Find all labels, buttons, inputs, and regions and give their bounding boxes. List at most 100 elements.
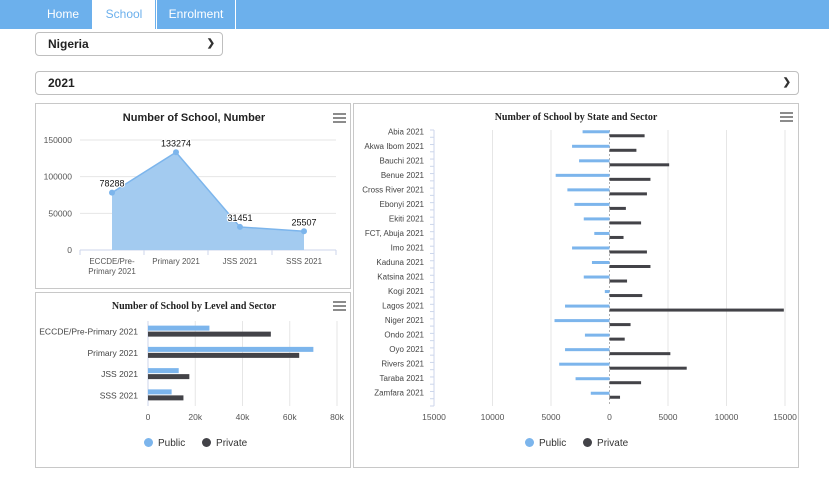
- y-tick-label: Katsina 2021: [377, 273, 424, 282]
- legend-item-private[interactable]: Private: [583, 438, 628, 449]
- data-label: 133274: [161, 138, 191, 148]
- x-tick-label: 0: [146, 412, 151, 422]
- legend-item-private[interactable]: Private: [202, 438, 247, 449]
- y-tick-label: Cross River 2021: [362, 185, 424, 194]
- top-navbar: Home School Enrolment: [0, 0, 829, 29]
- y-tick-label: Benue 2021: [381, 171, 425, 180]
- bar-public: [582, 130, 610, 134]
- bar-public: [148, 389, 172, 395]
- bar-private: [609, 177, 651, 181]
- x-tick-label: 40k: [236, 412, 250, 422]
- state-sector-bar-chart: Number of School by State and Sector 1500…: [362, 112, 797, 422]
- x-tick-label: 80k: [330, 412, 344, 422]
- y-tick-label: Lagos 2021: [382, 302, 424, 311]
- bar-private: [609, 134, 645, 138]
- bar-private: [609, 279, 628, 283]
- legend-item-public[interactable]: Public: [525, 438, 566, 449]
- data-point: [173, 149, 179, 156]
- bar-private: [609, 192, 647, 196]
- bar-private: [609, 294, 643, 298]
- bar-private: [609, 265, 651, 268]
- bar-public: [148, 368, 179, 374]
- area-fill: [112, 152, 304, 250]
- bar-private: [609, 395, 621, 399]
- bar-public: [575, 377, 610, 381]
- tab-home[interactable]: Home: [35, 0, 91, 29]
- x-tick-label: 15000: [773, 412, 797, 422]
- bar-public: [565, 304, 610, 308]
- tab-enrolment[interactable]: Enrolment: [157, 0, 235, 29]
- bar-public: [594, 231, 610, 235]
- y-tick-label: JSS 2021: [101, 369, 138, 379]
- hamburger-menu-icon[interactable]: [333, 301, 346, 312]
- y-tick-label: SSS 2021: [100, 390, 139, 400]
- y-tick-label: 100000: [44, 172, 73, 182]
- legend-label: Public: [539, 438, 567, 449]
- data-point: [301, 228, 307, 235]
- bar-public: [584, 333, 610, 337]
- y-tick-label: Ebonyi 2021: [380, 200, 425, 209]
- bar-private: [609, 352, 671, 356]
- x-tick-label: 10000: [481, 412, 505, 422]
- y-tick-label: 50000: [48, 208, 72, 218]
- x-tick-label: 0: [607, 412, 612, 422]
- data-point: [109, 189, 115, 196]
- y-tick-label: ECCDE/Pre-Primary 2021: [39, 327, 138, 337]
- bar-public: [567, 188, 610, 192]
- data-label: 78288: [99, 179, 124, 189]
- bar-public: [572, 144, 610, 148]
- y-tick-label: Akwa Ibom 2021: [364, 142, 424, 151]
- hamburger-menu-icon[interactable]: [780, 112, 793, 123]
- nav-divider: [235, 0, 236, 29]
- y-tick-label: Bauchi 2021: [380, 156, 425, 165]
- bar-public: [565, 348, 610, 352]
- bar-private: [609, 235, 624, 239]
- bar-public: [583, 217, 610, 221]
- tab-school[interactable]: School: [93, 0, 155, 29]
- x-tick-label: 5000: [659, 412, 678, 422]
- y-tick-label: Taraba 2021: [380, 374, 425, 383]
- bar-public: [572, 246, 610, 250]
- year-select[interactable]: 2021 ❯: [35, 71, 799, 95]
- y-tick-label: Kaduna 2021: [376, 258, 424, 267]
- bar-public: [148, 325, 210, 331]
- bar-public: [583, 275, 610, 279]
- bar-public: [579, 159, 610, 163]
- country-select-value: Nigeria: [48, 37, 89, 51]
- school-count-chart-panel: Number of School, Number 0 50000 100000 1500…: [35, 103, 351, 289]
- legend-item-public[interactable]: Public: [144, 438, 185, 449]
- bar-private: [609, 163, 670, 167]
- chart-legend: Public Private: [525, 438, 642, 449]
- y-tick-label: 150000: [44, 135, 73, 145]
- bar-private: [609, 308, 784, 312]
- bar-public: [574, 202, 610, 206]
- bar-public: [590, 391, 610, 395]
- y-tick-label: Primary 2021: [87, 348, 138, 358]
- bar-private: [609, 323, 631, 327]
- x-tick-label: 60k: [283, 412, 297, 422]
- bar-private: [609, 366, 687, 370]
- data-label: 31451: [227, 213, 252, 223]
- y-tick-label: Ondo 2021: [384, 331, 424, 340]
- legend-label: Private: [216, 438, 248, 449]
- bar-private: [609, 148, 637, 152]
- chevron-down-icon: ❯: [206, 38, 215, 49]
- bar-public: [148, 346, 314, 352]
- country-select[interactable]: Nigeria ❯: [35, 32, 223, 56]
- y-tick-label: 0: [67, 245, 72, 255]
- bar-private: [609, 337, 625, 341]
- hamburger-menu-icon[interactable]: [333, 113, 346, 124]
- chart-title: Number of School by Level and Sector: [112, 301, 277, 312]
- legend-label: Public: [158, 438, 186, 449]
- bar-public: [604, 290, 610, 294]
- x-tick-label: 5000: [542, 412, 561, 422]
- bar-private: [609, 381, 642, 385]
- bar-public: [555, 173, 610, 177]
- level-sector-chart-panel: Number of School by Level and Sector 0 20k…: [35, 292, 351, 468]
- bar-private: [148, 395, 184, 401]
- bar-private: [148, 352, 300, 358]
- chart-title: Number of School by State and Sector: [495, 112, 658, 123]
- x-tick-label: Primary 2021: [88, 267, 136, 276]
- data-label: 25507: [291, 217, 316, 227]
- chevron-down-icon: ❯: [782, 77, 791, 88]
